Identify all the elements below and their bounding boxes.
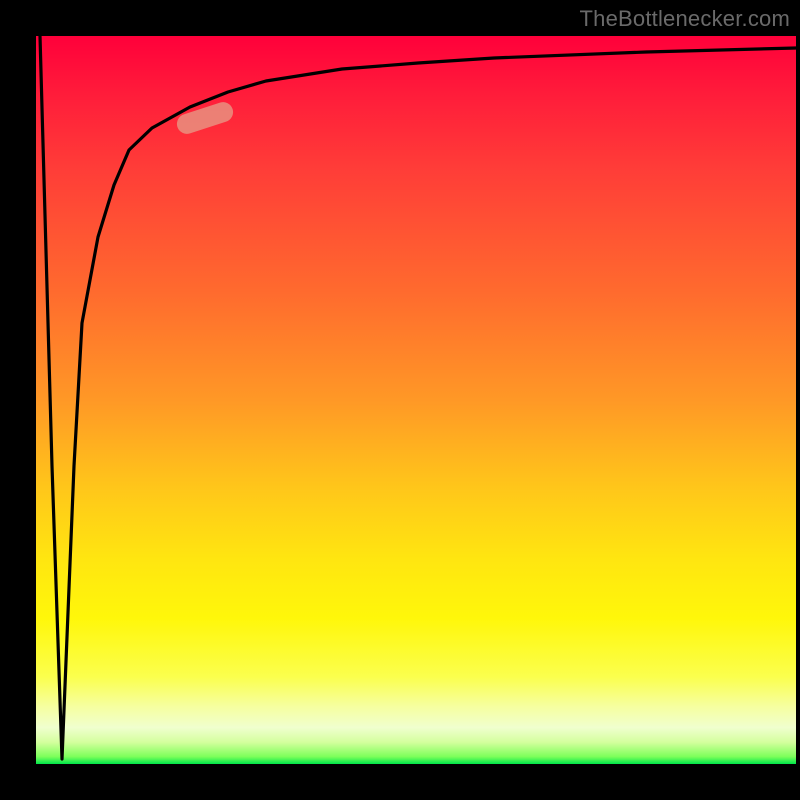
chart-container: TheBottlenecker.com [0, 0, 800, 800]
curve-highlight [174, 100, 235, 137]
bottleneck-curve [36, 36, 796, 764]
plot-area [36, 36, 796, 764]
watermark-text: TheBottlenecker.com [580, 6, 790, 32]
